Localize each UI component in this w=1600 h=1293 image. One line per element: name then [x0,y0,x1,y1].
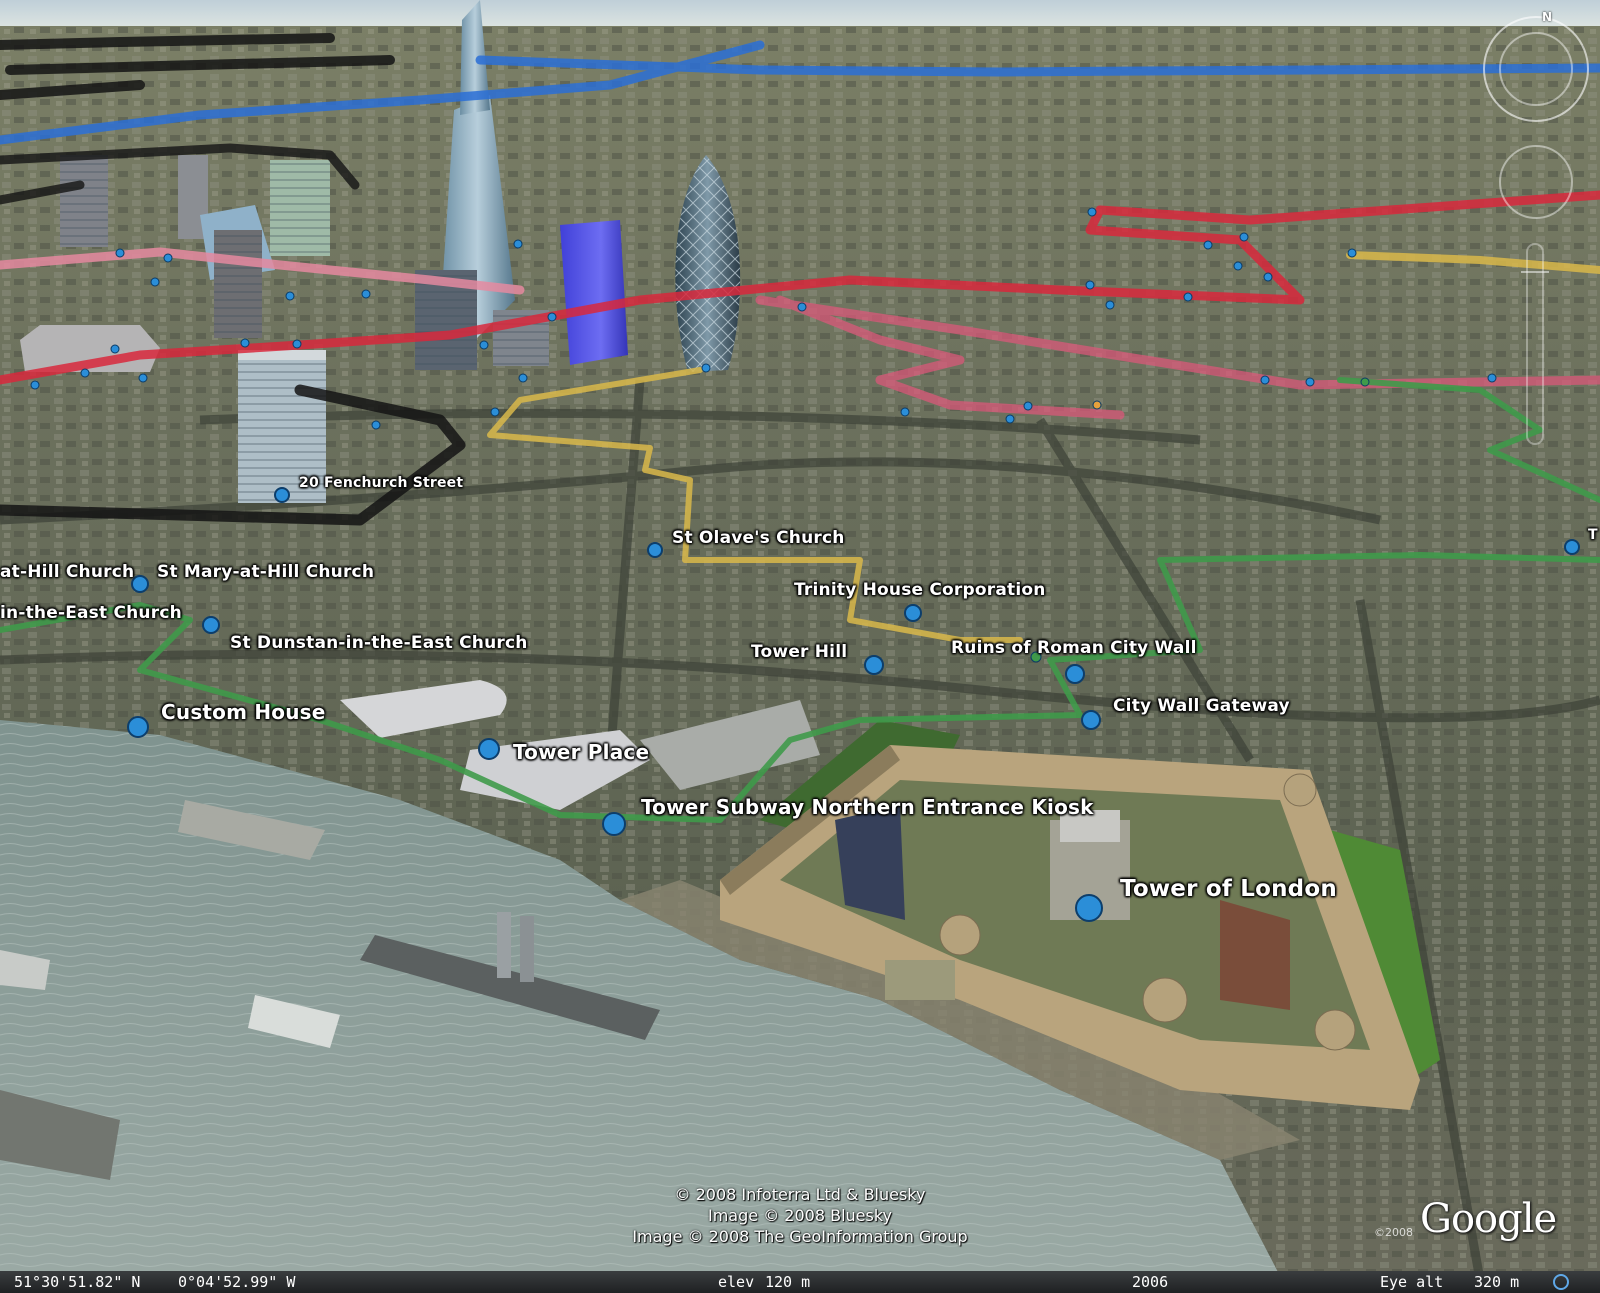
label-tower-subway-northern-entrance-kiosk[interactable]: Tower Subway Northern Entrance Kiosk [641,795,1094,819]
placemark-roman-wall[interactable] [1065,664,1085,684]
label-ruins-of-roman-city-wall[interactable]: Ruins of Roman City Wall [951,638,1197,658]
copyright-line-3: Image © 2008 The GeoInformation Group [632,1227,968,1246]
placemark-edge-right[interactable] [1564,539,1580,555]
label-st-mary-at-hill-church-partial[interactable]: at-Hill Church [0,562,134,582]
placemark-st-olaves[interactable] [647,542,663,558]
placemark-trinity-house[interactable] [904,604,922,622]
sky [0,0,1600,30]
label-20-fenchurch-street[interactable]: 20 Fenchurch Street [299,475,463,491]
elevation-label: elev [718,1273,755,1291]
zoom-slider[interactable] [1521,243,1549,445]
placemark-st-mary[interactable] [131,575,149,593]
eye-altitude-label: Eye alt [1380,1273,1444,1291]
label-edge-right-partial[interactable]: T [1588,527,1598,543]
copyright-line-1: © 2008 Infoterra Ltd & Bluesky [674,1185,926,1204]
copyright-line-2: Image © 2008 Bluesky [708,1206,892,1225]
placemark-tower-of-london[interactable] [1075,894,1103,922]
latitude-readout: 51°30'51.82" N [14,1273,141,1291]
placemark-city-wall-gateway[interactable] [1081,710,1101,730]
placemark-tower-subway[interactable] [602,812,626,836]
streaming-indicator-icon [1553,1274,1569,1290]
label-trinity-house-corporation[interactable]: Trinity House Corporation [794,580,1046,600]
placemark-st-dunstan[interactable] [202,616,220,634]
label-st-dunstan-church-partial[interactable]: in-the-East Church [0,603,182,623]
label-city-wall-gateway[interactable]: City Wall Gateway [1113,696,1290,716]
move-joystick[interactable] [1499,145,1573,219]
longitude-readout: 0°04'52.99" W [178,1273,296,1291]
elevation-value: 120 m [765,1273,811,1291]
placemark-tower-hill[interactable] [864,655,884,675]
label-tower-place[interactable]: Tower Place [513,740,649,764]
imagery-copyright: © 2008 Infoterra Ltd & Bluesky Image © 2… [600,1184,1000,1247]
navigation-controls[interactable] [1476,14,1600,454]
eye-altitude-value: 320 m [1474,1273,1520,1291]
label-st-mary-at-hill-church[interactable]: St Mary-at-Hill Church [157,562,374,582]
logo-copyright-year: ©2008 [1374,1226,1413,1239]
look-ring[interactable] [1483,16,1589,122]
label-tower-of-london[interactable]: Tower of London [1120,876,1337,902]
google-logo: Google [1420,1196,1557,1242]
label-tower-hill[interactable]: Tower Hill [751,642,847,662]
label-custom-house[interactable]: Custom House [161,700,326,724]
label-st-olaves-church[interactable]: St Olave's Church [672,528,845,548]
placemark-custom-house[interactable] [127,716,149,738]
imagery-date: 2006 [1132,1273,1169,1291]
placemark-fenchurch[interactable] [274,487,290,503]
map-viewport[interactable]: 20 Fenchurch Street St Olave's Church at… [0,0,1600,1293]
label-st-dunstan-in-the-east-church[interactable]: St Dunstan-in-the-East Church [230,633,528,653]
placemark-tower-place[interactable] [478,738,500,760]
compass-north-indicator[interactable]: N [1542,10,1552,24]
status-bar: 51°30'51.82" N 0°04'52.99" W elev 120 m … [0,1271,1600,1293]
